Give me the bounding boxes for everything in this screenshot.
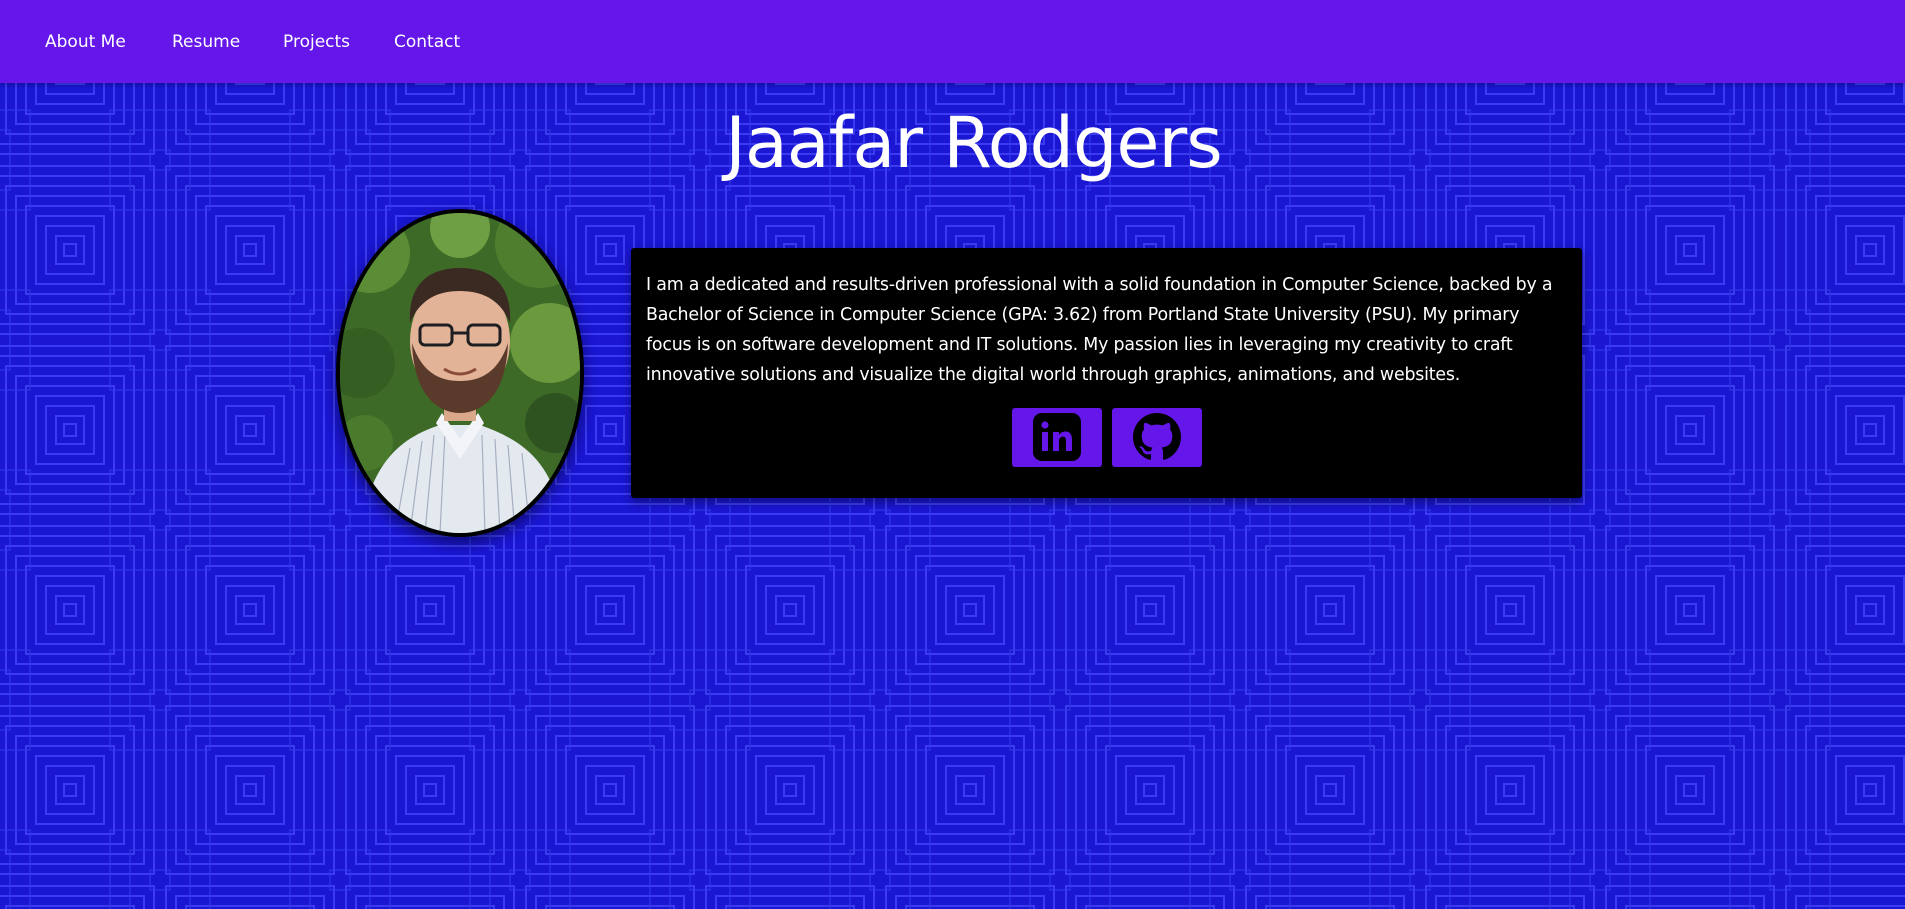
- top-navbar: About Me Resume Projects Contact: [0, 0, 1905, 83]
- bio-text: I am a dedicated and results-driven prof…: [646, 275, 1553, 385]
- nav-link-resume[interactable]: Resume: [172, 31, 240, 53]
- social-links: [631, 408, 1582, 467]
- linkedin-button[interactable]: [1011, 408, 1102, 467]
- nav-link-about-me[interactable]: About Me: [45, 31, 126, 53]
- bio-card: I am a dedicated and results-driven prof…: [631, 248, 1582, 498]
- linkedin-icon: [1032, 413, 1081, 461]
- page-title: Jaafar Rodgers: [725, 102, 1223, 184]
- nav-link-projects[interactable]: Projects: [283, 31, 350, 53]
- github-button[interactable]: [1111, 408, 1202, 467]
- nav-link-contact[interactable]: Contact: [394, 31, 460, 53]
- profile-photo-illustration: [340, 213, 580, 533]
- github-icon: [1132, 413, 1181, 460]
- profile-photo: [336, 209, 584, 537]
